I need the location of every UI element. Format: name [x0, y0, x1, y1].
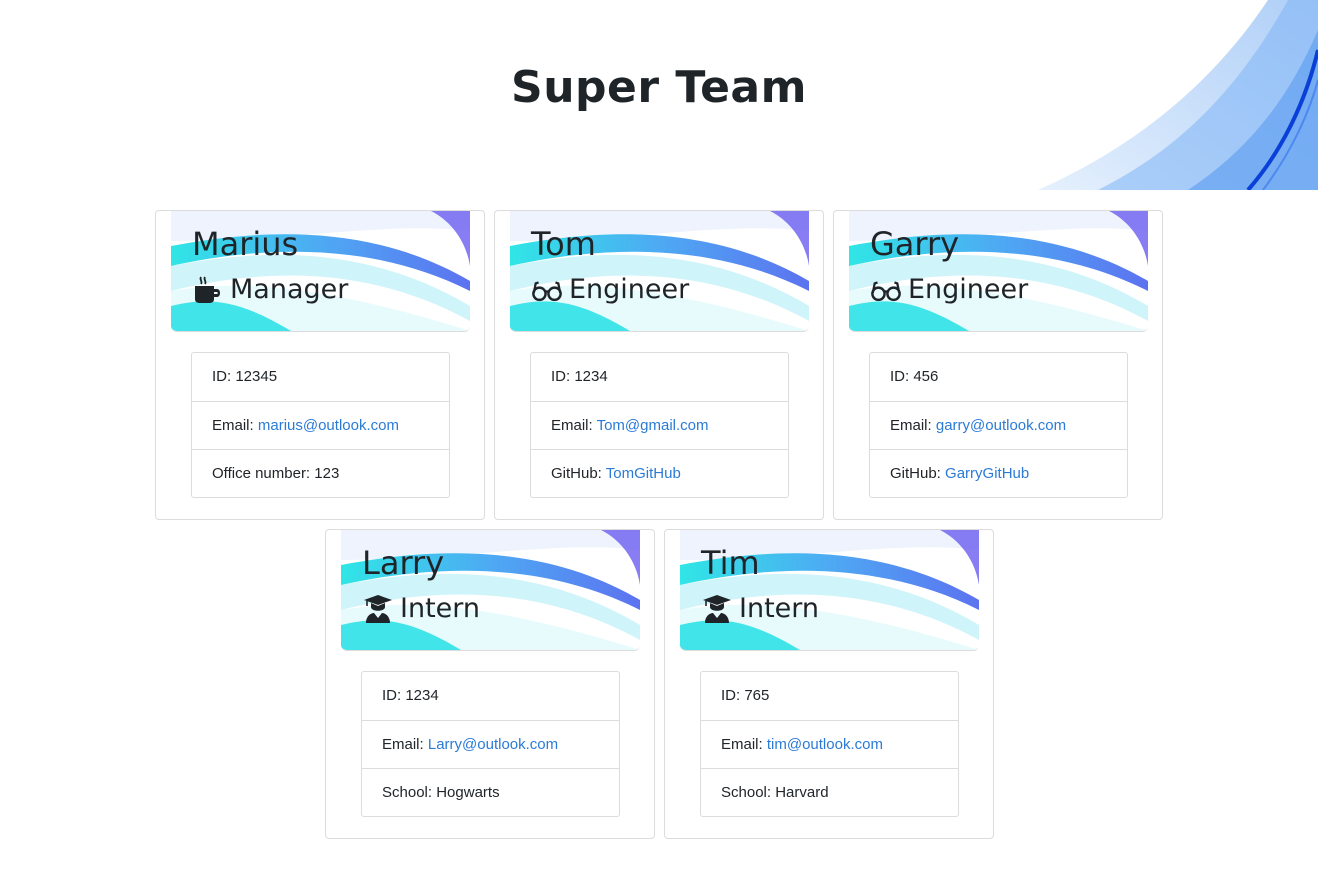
office-number: 123 [314, 465, 340, 482]
employee-id: 12345 [235, 368, 278, 385]
graduate-icon [703, 594, 731, 623]
card-header: Marius Manager [171, 211, 470, 332]
email-link[interactable]: marius@outlook.com [258, 417, 399, 434]
employee-name: Garry [870, 225, 960, 263]
employee-card: Garry Engineer ID: 456 Email: garry@outl… [833, 210, 1163, 520]
graduate-icon [364, 594, 392, 623]
page-title: Super Team [511, 62, 807, 113]
employee-role: Intern [362, 593, 480, 624]
employee-id-row: ID: 765 [721, 687, 770, 704]
employee-card: Marius Manager ID: 12345 Email: marius@o… [155, 210, 485, 520]
school-name: Hogwarts [436, 784, 500, 801]
employee-email-row: Email: tim@outlook.com [701, 720, 958, 768]
employee-id: 765 [744, 687, 770, 704]
github-link[interactable]: GarryGitHub [945, 465, 1029, 482]
employee-info-list: ID: 456 Email: garry@outlook.com GitHub:… [869, 352, 1128, 498]
employee-email-row: Email: marius@outlook.com [192, 401, 449, 449]
employee-card: Tim Intern ID: 765 Email: tim@outlook.co… [664, 529, 994, 839]
card-header: Larry Intern [341, 530, 640, 651]
employee-id-row: ID: 1234 [551, 368, 608, 385]
github-row: GitHub: TomGitHub [531, 449, 788, 497]
employee-id-row: ID: 12345 [212, 368, 278, 385]
employee-info-list: ID: 12345 Email: marius@outlook.com Offi… [191, 352, 450, 498]
employee-id: 1234 [405, 687, 439, 704]
school-row: School: Harvard [701, 768, 958, 816]
employee-role-label: Engineer [908, 274, 1029, 305]
card-header: Garry Engineer [849, 211, 1148, 332]
email-link[interactable]: Tom@gmail.com [597, 417, 709, 434]
employee-role: Manager [192, 274, 348, 305]
employee-name: Marius [192, 225, 299, 263]
school-name: Harvard [775, 784, 829, 801]
employee-card: Larry Intern ID: 1234 Email: Larry@outlo… [325, 529, 655, 839]
glasses-icon [871, 280, 901, 301]
employee-role: Engineer [870, 274, 1028, 305]
coffee-mug-icon [195, 276, 220, 303]
employee-email-row: Email: Larry@outlook.com [362, 720, 619, 768]
employee-name: Tim [701, 544, 760, 582]
employee-role-label: Intern [400, 593, 481, 624]
employee-id: 1234 [574, 368, 608, 385]
school-row: School: Hogwarts [362, 768, 619, 816]
email-link[interactable]: tim@outlook.com [767, 736, 883, 753]
card-header: Tim Intern [680, 530, 979, 651]
card-header: Tom Engineer [510, 211, 809, 332]
employee-role-label: Engineer [569, 274, 690, 305]
employee-name: Tom [531, 225, 596, 263]
employee-name: Larry [362, 544, 445, 582]
employee-role-label: Manager [230, 274, 349, 305]
employee-card: Tom Engineer ID: 1234 Email: Tom@gmail.c… [494, 210, 824, 520]
employee-role-label: Intern [739, 593, 820, 624]
employee-email-row: Email: Tom@gmail.com [531, 401, 788, 449]
employee-role: Intern [701, 593, 819, 624]
employee-id: 456 [913, 368, 939, 385]
glasses-icon [532, 280, 562, 301]
email-link[interactable]: garry@outlook.com [936, 417, 1066, 434]
github-link[interactable]: TomGitHub [606, 465, 681, 482]
employee-email-row: Email: garry@outlook.com [870, 401, 1127, 449]
office-number-row: Office number: 123 [192, 449, 449, 497]
employee-info-list: ID: 1234 Email: Larry@outlook.com School… [361, 671, 620, 817]
email-link[interactable]: Larry@outlook.com [428, 736, 558, 753]
github-row: GitHub: GarryGitHub [870, 449, 1127, 497]
employee-info-list: ID: 765 Email: tim@outlook.com School: H… [700, 671, 959, 817]
employee-role: Engineer [531, 274, 689, 305]
employee-id-row: ID: 1234 [382, 687, 439, 704]
employee-id-row: ID: 456 [890, 368, 939, 385]
employee-info-list: ID: 1234 Email: Tom@gmail.com GitHub: To… [530, 352, 789, 498]
